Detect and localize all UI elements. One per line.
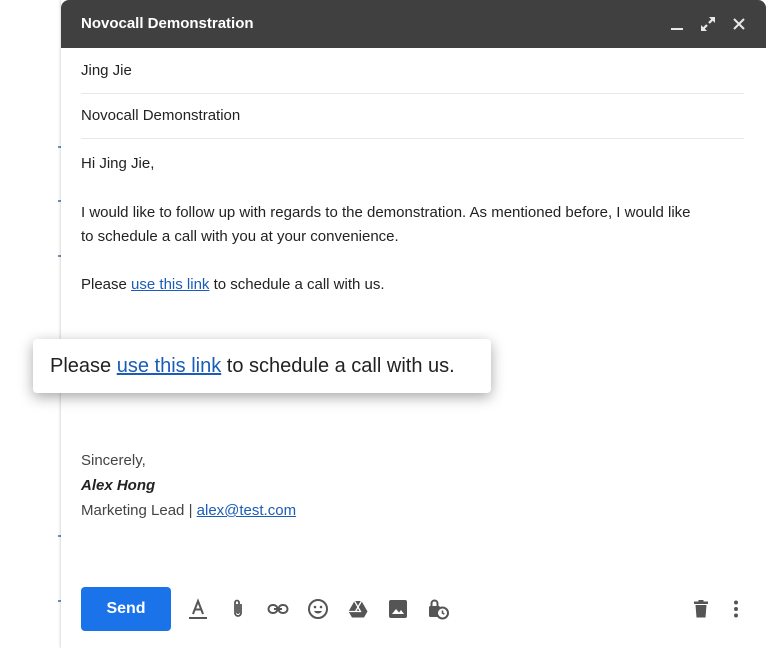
more-options-icon[interactable]: [724, 597, 748, 621]
subject-field[interactable]: Novocall Demonstration: [81, 94, 744, 139]
signature-email-link[interactable]: alex@test.com: [197, 502, 296, 519]
trash-icon[interactable]: [689, 597, 713, 621]
cta-line: Please use this link to schedule a call …: [81, 276, 385, 293]
recipient-field[interactable]: Jing Jie: [81, 49, 744, 94]
compose-title: Novocall Demonstration: [81, 15, 254, 32]
greeting-text: Hi Jing Jie,: [81, 155, 155, 172]
emoji-icon[interactable]: [306, 597, 330, 621]
format-text-icon[interactable]: [186, 597, 210, 621]
signature-role: Marketing Lead |: [81, 502, 197, 519]
compose-toolbar: Send: [61, 586, 766, 634]
signature-name: Alex Hong: [81, 477, 156, 494]
link-icon[interactable]: [266, 597, 290, 621]
attach-icon[interactable]: [226, 597, 250, 621]
signature-role-line: Marketing Lead | alex@test.com: [81, 502, 296, 519]
drive-icon[interactable]: [346, 597, 370, 621]
callout-suffix: to schedule a call with us.: [221, 355, 455, 377]
callout-prefix: Please: [50, 355, 117, 377]
cta-prefix: Please: [81, 276, 132, 293]
photo-icon[interactable]: [386, 597, 410, 621]
cta-suffix: to schedule a call with us.: [209, 276, 385, 293]
signature-closing: Sincerely,: [81, 452, 146, 469]
compose-window: Novocall Demonstration Jing Jie Novocall…: [61, 0, 766, 648]
minimize-icon[interactable]: [667, 14, 687, 34]
send-button[interactable]: Send: [81, 587, 171, 631]
body-paragraph-line-1: I would like to follow up with regards t…: [81, 204, 691, 221]
compose-titlebar[interactable]: Novocall Demonstration: [61, 0, 766, 48]
zoom-callout: Please use this link to schedule a call …: [33, 339, 491, 393]
callout-link[interactable]: use this link: [117, 355, 222, 377]
schedule-link[interactable]: use this link: [131, 276, 209, 293]
fullscreen-icon[interactable]: [698, 14, 718, 34]
body-paragraph-line-2: to schedule a call with you at your conv…: [81, 228, 399, 245]
close-icon[interactable]: [729, 14, 749, 34]
confidential-icon[interactable]: [426, 597, 450, 621]
